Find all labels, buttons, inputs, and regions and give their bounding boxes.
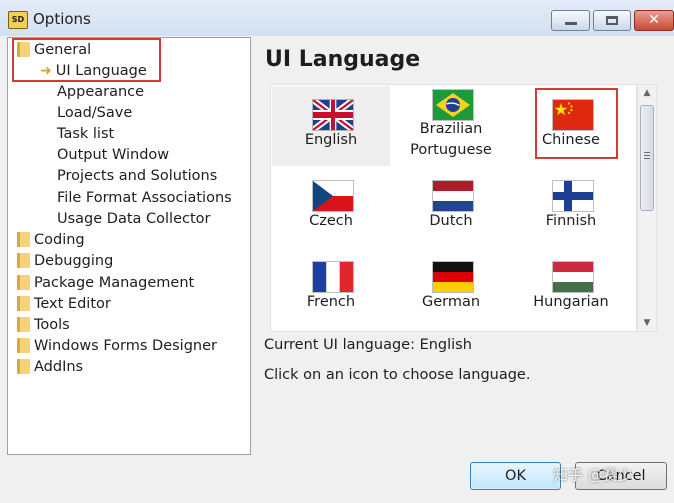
scroll-up-icon[interactable]: ▲	[638, 88, 656, 98]
tree-item-debugging[interactable]: Debugging	[17, 251, 113, 271]
folder-icon	[17, 317, 30, 332]
folder-icon	[17, 253, 30, 268]
maximize-icon	[606, 16, 618, 25]
close-button[interactable]: ✕	[634, 10, 674, 31]
watermark: 知乎 @赛少	[553, 466, 633, 484]
minimize-button[interactable]	[551, 10, 590, 31]
tree-item-label: Coding	[34, 232, 85, 248]
options-tree[interactable]: General ➜ UI Language Appearance Load/Sav…	[7, 37, 251, 455]
grip-icon	[644, 152, 650, 161]
tree-item-label: Output Window	[57, 147, 170, 163]
title-bar: SD Options ✕	[0, 0, 674, 36]
tree-item-projects-solutions[interactable]: Projects and Solutions	[57, 166, 217, 186]
finland-flag-icon	[553, 181, 593, 211]
tree-item-label: Usage Data Collector	[57, 211, 211, 227]
tree-item-label: Package Management	[34, 275, 195, 291]
france-flag-icon	[313, 262, 353, 292]
germany-flag-icon	[433, 262, 473, 292]
tree-item-label: Text Editor	[34, 296, 111, 312]
tree-item-tools[interactable]: Tools	[17, 315, 70, 335]
tree-item-label: Appearance	[57, 84, 145, 100]
window-title: Options	[33, 10, 91, 28]
language-czech[interactable]: Czech	[272, 167, 390, 247]
language-grid: English Brazilian Portuguese Chinese Cze…	[270, 84, 637, 332]
tree-item-text-editor[interactable]: Text Editor	[17, 294, 111, 314]
language-hungarian[interactable]: Hungarian	[512, 248, 630, 328]
hint-text: Click on an icon to choose language.	[264, 367, 531, 383]
tree-item-file-format-associations[interactable]: File Format Associations	[57, 188, 232, 208]
tree-item-appearance[interactable]: Appearance	[57, 82, 144, 102]
highlight-box	[12, 38, 161, 82]
tree-item-label: AddIns	[34, 359, 84, 375]
brazil-flag-icon	[433, 90, 473, 120]
scrollbar-thumb[interactable]	[640, 105, 654, 211]
language-label: Hungarian	[533, 294, 609, 310]
tree-item-load-save[interactable]: Load/Save	[57, 103, 132, 123]
tree-item-windows-forms-designer[interactable]: Windows Forms Designer	[17, 336, 217, 356]
tree-item-label: File Format Associations	[57, 190, 232, 206]
folder-icon	[17, 338, 30, 353]
tree-item-addins[interactable]: AddIns	[17, 357, 83, 377]
tree-item-label: Task list	[57, 126, 115, 142]
folder-icon	[17, 275, 30, 290]
app-icon: SD	[8, 11, 28, 29]
language-german[interactable]: German	[392, 248, 510, 328]
czech-flag-icon	[313, 181, 353, 211]
tree-item-label: Debugging	[34, 253, 114, 269]
folder-icon	[17, 296, 30, 311]
tree-item-label: Load/Save	[57, 105, 133, 121]
language-brazilian-portuguese[interactable]: Brazilian Portuguese	[392, 86, 510, 166]
language-label: French	[306, 294, 356, 310]
folder-icon	[17, 232, 30, 247]
language-dutch[interactable]: Dutch	[392, 167, 510, 247]
hungary-flag-icon	[553, 262, 593, 292]
language-label: Brazilian Portuguese	[410, 121, 492, 158]
tree-item-task-list[interactable]: Task list	[57, 124, 114, 144]
current-language-text: Current UI language: English	[264, 337, 472, 353]
folder-icon	[17, 359, 30, 374]
language-label: Czech	[309, 213, 353, 229]
language-english[interactable]: English	[272, 86, 390, 166]
language-label: Finnish	[545, 213, 597, 229]
tree-item-package-management[interactable]: Package Management	[17, 273, 194, 293]
tree-item-output-window[interactable]: Output Window	[57, 145, 169, 165]
language-finnish[interactable]: Finnish	[512, 167, 630, 247]
vertical-scrollbar[interactable]: ▲ ▼	[637, 84, 657, 332]
tree-item-label: Projects and Solutions	[57, 168, 218, 184]
tree-item-label: Windows Forms Designer	[34, 338, 217, 354]
tree-item-label: Tools	[34, 317, 70, 333]
language-label: German	[421, 294, 481, 310]
netherlands-flag-icon	[433, 181, 473, 211]
language-label: Dutch	[429, 213, 473, 229]
tree-item-coding[interactable]: Coding	[17, 230, 85, 250]
language-label: English	[304, 132, 358, 148]
language-french[interactable]: French	[272, 248, 390, 328]
maximize-button[interactable]	[593, 10, 631, 31]
tree-item-usage-data-collector[interactable]: Usage Data Collector	[57, 209, 210, 229]
close-icon: ✕	[648, 12, 660, 28]
uk-flag-icon	[313, 100, 353, 130]
ok-button[interactable]: OK	[470, 462, 561, 490]
minimize-icon	[565, 22, 577, 25]
highlight-box	[535, 88, 618, 159]
scroll-down-icon[interactable]: ▼	[638, 318, 656, 328]
panel-heading: UI Language	[265, 47, 421, 72]
